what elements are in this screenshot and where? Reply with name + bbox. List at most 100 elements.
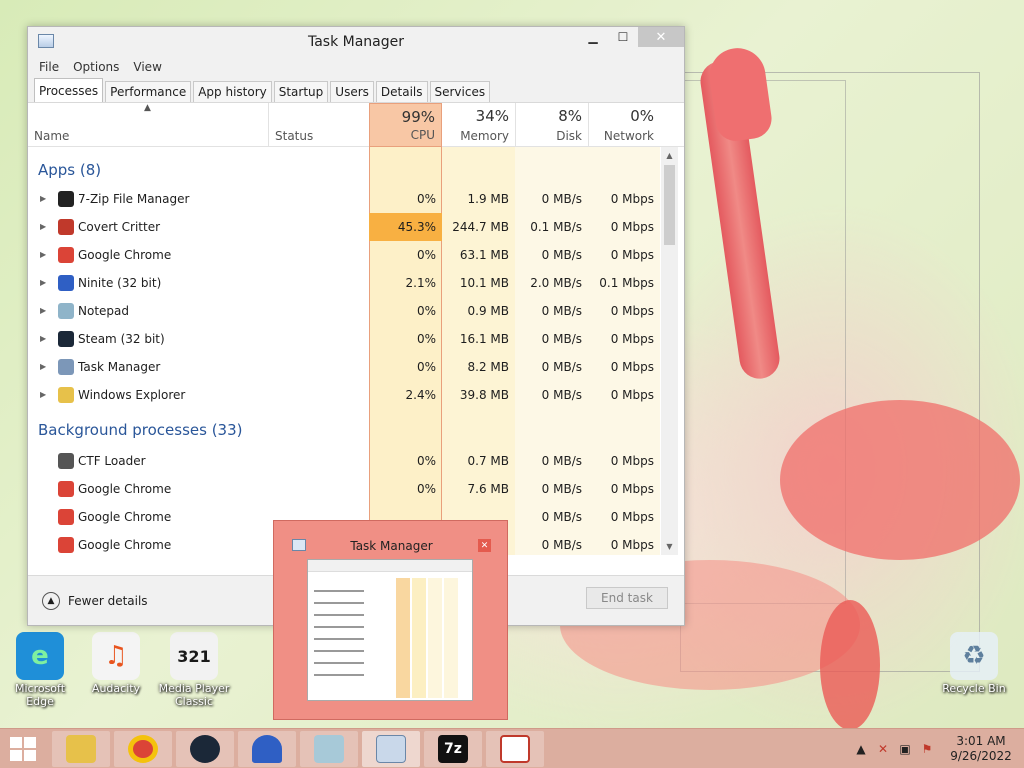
table-row[interactable]: Google Chrome 0% 7.6 MB 0 MB/s 0 Mbps [28,475,654,503]
expand-chevron-icon[interactable]: ▶ [40,222,46,231]
table-row[interactable]: ▶ Google Chrome 0% 63.1 MB 0 MB/s 0 Mbps [28,241,654,269]
system-tray: ▲ ✕ ▣ ⚑ 3:01 AM 9/26/2022 [850,729,1016,768]
wallpaper-petal [820,600,880,730]
scroll-down-icon[interactable]: ▼ [661,538,678,555]
tab-details[interactable]: Details [375,81,428,102]
expand-chevron-icon[interactable]: ▶ [40,334,46,343]
close-button[interactable]: ✕ [638,27,684,47]
network-cell: 0 Mbps [610,332,654,346]
tab-performance[interactable]: Performance [105,81,192,102]
taskbar-file-explorer[interactable] [52,731,110,767]
memory-cell: 0.9 MB [467,304,509,318]
process-icon [58,387,74,403]
disk-cell: 0 MB/s [541,510,582,524]
network-cell: 0 Mbps [610,510,654,524]
taskbar-steam[interactable] [176,731,234,767]
taskbar-thumbnail-preview[interactable]: Task Manager ✕ [273,520,508,720]
memory-cell: 63.1 MB [459,248,509,262]
preview-window-image [307,559,473,701]
action-center-icon[interactable]: ⚑ [919,742,935,756]
taskbar-ninite[interactable] [238,731,296,767]
tab-strip: Processes Performance App history Startu… [28,77,684,103]
table-row[interactable]: CTF Loader 0% 0.7 MB 0 MB/s 0 Mbps [28,447,654,475]
table-row[interactable]: ▶ Windows Explorer 2.4% 39.8 MB 0 MB/s 0 Mbps [28,381,654,409]
group-apps: Apps (8) [38,161,102,179]
fewer-details-button[interactable]: ▲ Fewer details [42,592,148,610]
maximize-button[interactable]: ☐ [608,27,638,47]
menu-file[interactable]: File [32,60,66,74]
notepad-icon [314,735,344,763]
volume-muted-icon[interactable]: ✕ [875,742,891,756]
table-row[interactable]: ▶ Steam (32 bit) 0% 16.1 MB 0 MB/s 0 Mbps [28,325,654,353]
preview-close-button[interactable]: ✕ [478,539,491,552]
column-memory[interactable]: 34% Memory [442,103,515,147]
tab-app-history[interactable]: App history [193,81,272,102]
process-list[interactable]: Apps (8) ▶ 7-Zip File Manager 0% 1.9 MB 0 MB… [28,147,684,555]
tab-users[interactable]: Users [330,81,374,102]
process-name: Task Manager [78,360,161,374]
scroll-up-icon[interactable]: ▲ [661,147,678,164]
disk-cell: 0 MB/s [541,360,582,374]
disk-cell: 0 MB/s [541,388,582,402]
cpu-total: 99% [401,108,435,126]
taskbar-task-manager[interactable] [362,731,420,767]
process-icon [58,359,74,375]
memory-cell: 39.8 MB [459,388,509,402]
vertical-scrollbar[interactable]: ▲ ▼ [661,147,678,555]
expand-chevron-icon[interactable]: ▶ [40,194,46,203]
tab-processes[interactable]: Processes [34,78,104,102]
process-icon [58,303,74,319]
table-row[interactable]: ▶ Ninite (32 bit) 2.1% 10.1 MB 2.0 MB/s 0.1 M… [28,269,654,297]
expand-chevron-icon[interactable]: ▶ [40,250,46,259]
column-disk[interactable]: 8% Disk [515,103,588,147]
column-network[interactable]: 0% Network [588,103,660,147]
table-row[interactable]: ▶ Task Manager 0% 8.2 MB 0 MB/s 0 Mbps [28,353,654,381]
network-cell: 0 Mbps [610,454,654,468]
menu-options[interactable]: Options [66,60,126,74]
task-manager-icon [38,34,54,48]
expand-chevron-icon[interactable]: ▶ [40,390,46,399]
task-manager-icon [376,735,406,763]
clock[interactable]: 3:01 AM 9/26/2022 [946,734,1016,764]
chevron-up-icon: ▲ [42,592,60,610]
network-cell: 0 Mbps [610,388,654,402]
taskbar-covert-critter[interactable] [486,731,544,767]
preview-title: Task Manager [350,539,433,553]
show-hidden-icons-icon[interactable]: ▲ [853,742,869,756]
title-bar[interactable]: Task Manager ▁ ☐ ✕ [28,27,684,57]
tab-services[interactable]: Services [429,81,491,102]
expand-chevron-icon[interactable]: ▶ [40,306,46,315]
column-status[interactable]: Status [269,103,369,147]
scrollbar-thumb[interactable] [664,165,675,245]
tab-startup[interactable]: Startup [273,81,329,102]
desktop-icon-media-player-classic[interactable]: 321 Media Player Classic [154,632,234,708]
memory-total: 34% [475,107,509,125]
end-task-button[interactable]: End task [586,587,668,609]
cpu-cell: 45.3% [369,213,442,241]
taskbar-7zip[interactable]: 7z [424,731,482,767]
column-name[interactable]: Name [28,103,268,147]
table-row[interactable]: ▶ Covert Critter 45.3% 244.7 MB 0.1 MB/s 0 Mb… [28,213,654,241]
column-cpu[interactable]: 99% CPU [369,103,442,147]
table-row[interactable]: ▶ 7-Zip File Manager 0% 1.9 MB 0 MB/s 0 Mbps [28,185,654,213]
disk-cell: 2.0 MB/s [530,276,582,290]
minimize-button[interactable]: ▁ [578,27,608,47]
taskbar-chrome[interactable] [114,731,172,767]
desktop-icon-label: Recycle Bin [942,682,1006,695]
process-name: Windows Explorer [78,388,186,402]
menu-view[interactable]: View [126,60,168,74]
expand-chevron-icon[interactable]: ▶ [40,362,46,371]
desktop-icon-audacity[interactable]: ♫ Audacity [76,632,156,695]
taskbar-notepad[interactable] [300,731,358,767]
disk-cell: 0 MB/s [541,304,582,318]
desktop-icon-recycle-bin[interactable]: ♻ Recycle Bin [934,632,1014,695]
memory-cell: 8.2 MB [467,360,509,374]
network-cell: 0 Mbps [610,360,654,374]
desktop-icon-edge[interactable]: e Microsoft Edge [0,632,80,708]
network-icon[interactable]: ▣ [897,742,913,756]
expand-chevron-icon[interactable]: ▶ [40,278,46,287]
table-row[interactable]: ▶ Notepad 0% 0.9 MB 0 MB/s 0 Mbps [28,297,654,325]
start-button[interactable] [10,737,38,761]
process-icon [58,509,74,525]
cpu-cell: 0% [416,332,436,346]
